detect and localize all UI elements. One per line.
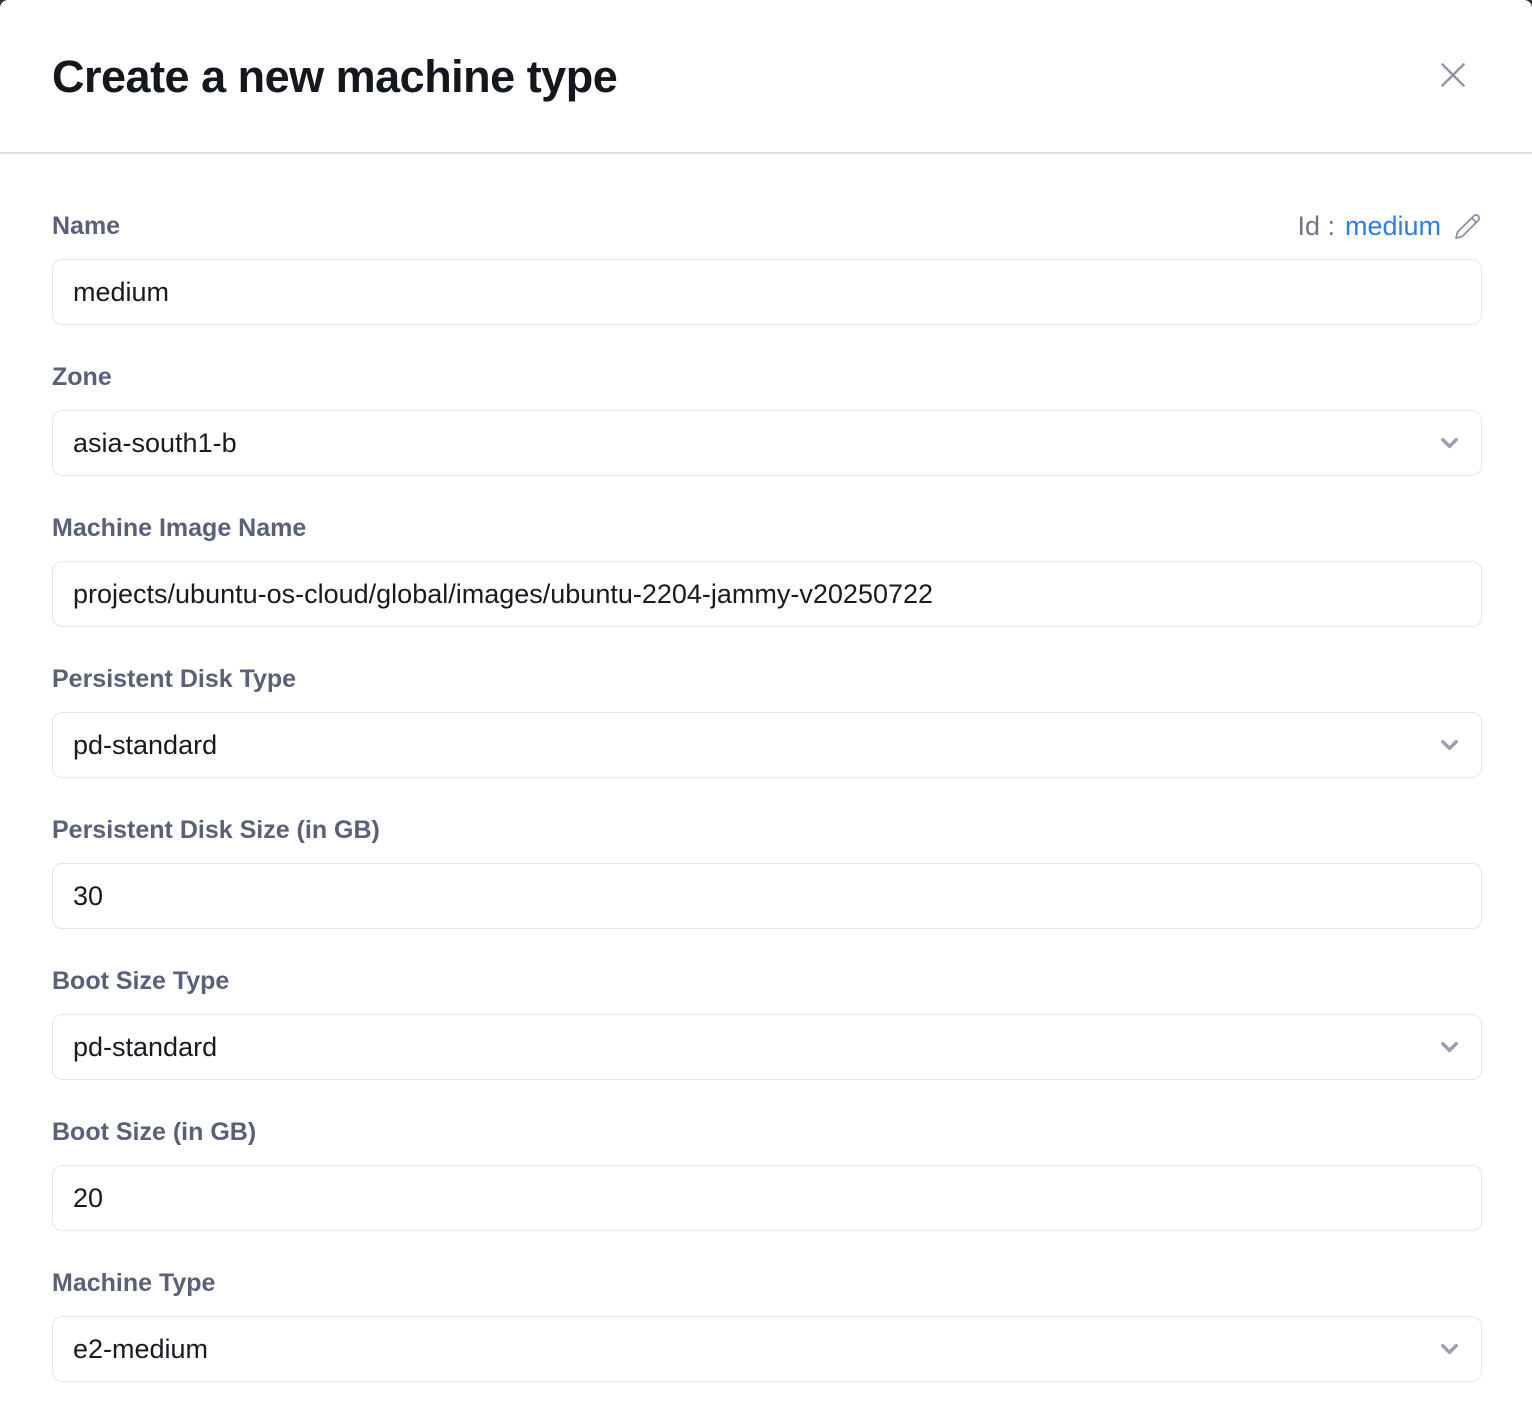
zone-label: Zone bbox=[52, 362, 112, 393]
field-machine-image-name: Machine Image Name bbox=[52, 513, 1482, 627]
machine-image-name-input[interactable] bbox=[52, 561, 1482, 627]
close-button[interactable] bbox=[1432, 54, 1474, 96]
boot-size-type-label: Boot Size Type bbox=[52, 966, 229, 997]
chevron-down-icon bbox=[1436, 1034, 1463, 1061]
field-boot-size-type: Boot Size Type pd-standard bbox=[52, 966, 1482, 1080]
zone-select-value: asia-south1-b bbox=[73, 428, 237, 459]
edit-id-button[interactable] bbox=[1453, 212, 1482, 241]
id-row: Id : medium bbox=[1297, 211, 1482, 242]
boot-size-type-select-value: pd-standard bbox=[73, 1032, 217, 1063]
persistent-disk-type-select-value: pd-standard bbox=[73, 730, 217, 761]
boot-size-label: Boot Size (in GB) bbox=[52, 1117, 256, 1148]
persistent-disk-size-input[interactable] bbox=[52, 863, 1482, 929]
id-label: Id : bbox=[1297, 211, 1335, 242]
zone-select[interactable]: asia-south1-b bbox=[52, 410, 1482, 476]
boot-size-type-select[interactable]: pd-standard bbox=[52, 1014, 1482, 1080]
persistent-disk-type-label: Persistent Disk Type bbox=[52, 664, 296, 695]
machine-type-select[interactable]: e2-medium bbox=[52, 1316, 1482, 1382]
chevron-down-icon bbox=[1436, 1336, 1463, 1363]
machine-image-name-label: Machine Image Name bbox=[52, 513, 306, 544]
field-persistent-disk-type: Persistent Disk Type pd-standard bbox=[52, 664, 1482, 778]
create-machine-type-modal: Create a new machine type Name Id : medi… bbox=[0, 0, 1532, 1412]
field-name: Name Id : medium bbox=[52, 211, 1482, 325]
pencil-icon bbox=[1453, 212, 1482, 241]
name-label: Name bbox=[52, 211, 120, 242]
machine-type-label: Machine Type bbox=[52, 1268, 215, 1299]
modal-header: Create a new machine type bbox=[0, 0, 1532, 154]
persistent-disk-size-label: Persistent Disk Size (in GB) bbox=[52, 815, 380, 846]
modal-body: Name Id : medium bbox=[0, 154, 1532, 1382]
field-zone: Zone asia-south1-b bbox=[52, 362, 1482, 476]
field-boot-size: Boot Size (in GB) bbox=[52, 1117, 1482, 1231]
name-input[interactable] bbox=[52, 259, 1482, 325]
close-icon bbox=[1436, 58, 1470, 92]
boot-size-input[interactable] bbox=[52, 1165, 1482, 1231]
modal-title: Create a new machine type bbox=[52, 50, 1480, 104]
id-value: medium bbox=[1345, 211, 1441, 242]
machine-type-select-value: e2-medium bbox=[73, 1334, 208, 1365]
chevron-down-icon bbox=[1436, 430, 1463, 457]
chevron-down-icon bbox=[1436, 732, 1463, 759]
field-machine-type: Machine Type e2-medium bbox=[52, 1268, 1482, 1382]
persistent-disk-type-select[interactable]: pd-standard bbox=[52, 712, 1482, 778]
field-persistent-disk-size: Persistent Disk Size (in GB) bbox=[52, 815, 1482, 929]
